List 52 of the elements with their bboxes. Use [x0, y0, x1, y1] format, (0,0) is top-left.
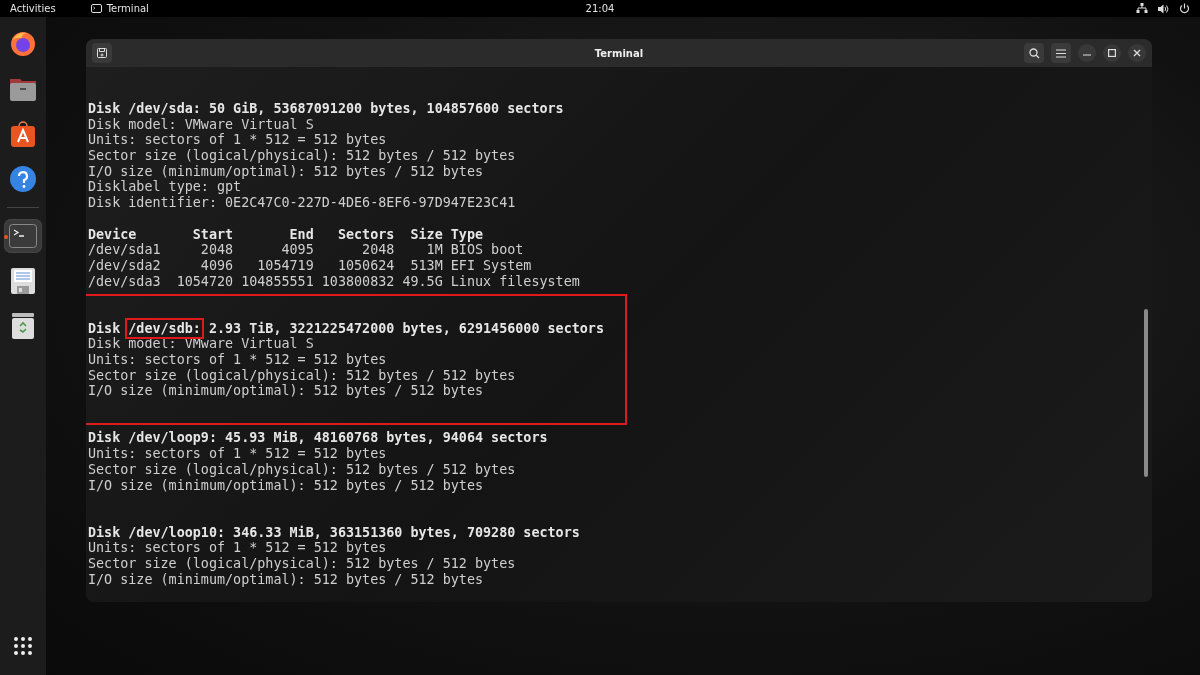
scrollbar[interactable]	[1144, 309, 1148, 477]
terminal-text: Units: sectors of 1 * 512 = 512 bytes	[88, 446, 387, 462]
folder-icon[interactable]	[9, 76, 37, 102]
volume-icon[interactable]	[1158, 3, 1169, 14]
terminal-text: Disklabel type: gpt	[88, 179, 242, 195]
maximize-icon	[1108, 49, 1116, 57]
terminal-text: 2.93 TiB, 3221225472000 bytes, 6291456000 sectors	[207, 320, 604, 336]
terminal-text: Units: sectors of 1 * 512 = 512 bytes	[88, 132, 387, 148]
power-icon[interactable]	[1179, 3, 1190, 14]
terminal-text: /dev/sda2 4096 1054719 1050624 513M EFI System	[88, 257, 532, 273]
window-title: Terminal	[593, 47, 645, 59]
close-button[interactable]	[1128, 44, 1146, 62]
terminal-text: Sector size (logical/physical): 512 bytes / 512 bytes	[88, 148, 516, 164]
terminal-text: Sector size (logical/physical): 512 bytes / 512 bytes	[88, 461, 516, 477]
terminal-text: Units: sectors of 1 * 512 = 512 bytes	[88, 540, 387, 556]
app-menu[interactable]: Terminal	[90, 2, 149, 15]
menu-button[interactable]	[1051, 43, 1071, 63]
terminal-text: I/O size (minimum/optimal): 512 bytes / 512 bytes	[88, 571, 484, 587]
new-tab-button[interactable]	[92, 43, 112, 63]
minimize-button[interactable]	[1078, 44, 1096, 62]
terminal-text: Disk /dev/loop9: 45.93 MiB, 48160768 bytes, 94064 sectors	[88, 430, 548, 446]
activities-button[interactable]: Activities	[10, 2, 56, 15]
terminal-icon[interactable]	[9, 224, 37, 248]
terminal-text: Disk /dev/sda: 50 GiB, 53687091200 bytes, 104857600 sectors	[88, 101, 564, 116]
terminal-text: Disk	[88, 320, 122, 336]
terminal-text: I/O size (minimum/optimal): 512 bytes / 512 bytes	[88, 383, 484, 399]
terminal-text: /dev/sda1 2048 4095 2048 1M BIOS boot	[88, 242, 524, 258]
shopping-bag-icon[interactable]	[9, 120, 37, 148]
trash-icon[interactable]	[11, 312, 35, 340]
firefox-icon[interactable]	[9, 30, 37, 58]
highlighted-text: /dev/sdb:	[128, 320, 201, 336]
terminal-text: /dev/sda3 1054720 104855551 103800832 49.5G Linux filesystem	[88, 273, 580, 289]
terminal-text: I/O size (minimum/optimal): 512 bytes / 512 bytes	[88, 477, 484, 493]
terminal-text: Units: sectors of 1 * 512 = 512 bytes	[88, 352, 387, 367]
terminal-text: Sector size (logical/physical): 512 bytes / 512 bytes	[88, 556, 516, 571]
terminal-text: Disk /dev/loop10: 346.33 MiB, 363151360 bytes, 709280 sectors	[88, 524, 580, 540]
search-icon	[1028, 47, 1040, 59]
clock[interactable]: 21:04	[585, 2, 615, 15]
running-indicator	[4, 235, 8, 239]
menu-icon	[1056, 48, 1066, 58]
close-icon	[1133, 49, 1141, 57]
new-tab-icon	[97, 48, 107, 58]
terminal-text: Disk identifier: 0E2C47C0-227D-4DE6-8EF6-97D947E23C41	[88, 195, 516, 211]
terminal-text: Device Start End Sectors Size Type	[88, 226, 484, 242]
terminal-text: I/O size (minimum/optimal): 512 bytes / 512 bytes	[88, 163, 484, 179]
terminal-text: Disk model: VMware Virtual S	[88, 116, 314, 132]
help-icon[interactable]	[9, 165, 37, 193]
network-icon[interactable]	[1136, 3, 1148, 14]
maximize-button[interactable]	[1103, 44, 1121, 62]
terminal-text: Sector size (logical/physical): 512 bytes / 512 bytes	[88, 367, 516, 383]
terminal-icon	[90, 4, 102, 13]
search-button[interactable]	[1024, 43, 1044, 63]
